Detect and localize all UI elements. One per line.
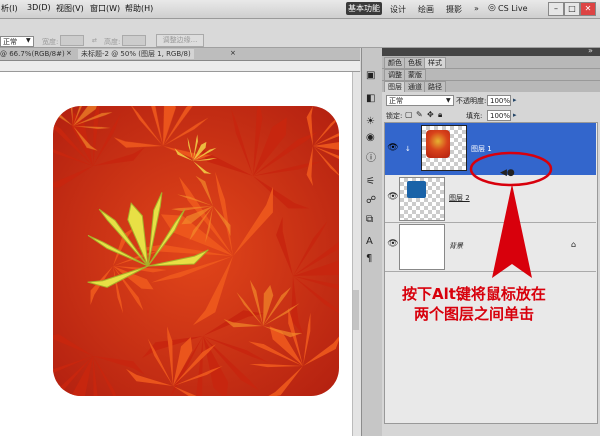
clip-arrow-icon: ↓: [405, 145, 411, 153]
workspace-more[interactable]: »: [474, 4, 479, 13]
eye-icon[interactable]: 👁︎: [387, 143, 399, 153]
workspace-essentials-button[interactable]: 基本功能: [346, 2, 382, 15]
masks-panel-icon[interactable]: ◉: [366, 132, 375, 143]
info-panel-icon[interactable]: ⓘ: [366, 149, 376, 164]
paragraph-panel-icon[interactable]: ¶: [366, 253, 372, 264]
tab-styles[interactable]: 样式: [424, 57, 446, 68]
options-bar: 正常 ▼ 宽度: ⇄ 高度: 调整边缘...: [0, 19, 600, 48]
menu-analysis[interactable]: 析(I): [1, 3, 18, 14]
leaf-image: [53, 106, 339, 396]
tab-color[interactable]: 颜色: [384, 57, 406, 68]
menu-3d[interactable]: 3D(D): [27, 3, 51, 12]
panel-icon-strip: ▣ ◧ ☀ ◉ ⓘ ⚟ ☍ ⧉ A ¶: [361, 48, 383, 436]
cs-live-icon: ◎: [488, 3, 496, 13]
layer-name[interactable]: 背景: [449, 241, 463, 251]
opacity-field[interactable]: 100%: [487, 95, 511, 106]
opacity-label: 不透明度:: [456, 97, 487, 105]
blue-shape-thumbnail: [407, 181, 426, 198]
workspace-photography[interactable]: 摄影: [446, 4, 462, 15]
lock-all-icon[interactable]: 🔒︎: [438, 110, 442, 120]
layer-thumbnail: [399, 224, 445, 270]
fill-field[interactable]: 100%: [487, 110, 511, 121]
scrollbar[interactable]: [352, 72, 361, 436]
color-panel-tabs: 颜色 色板 样式: [382, 56, 600, 69]
lock-icon: ⌂: [571, 240, 577, 249]
document-tab-bar: @ 66.7%(RGB/8#) × 未标题-2 @ 50% (图层 1, RGB…: [0, 48, 360, 61]
lock-label: 锁定:: [386, 112, 403, 120]
menu-bar: 析(I) 3D(D) 视图(V) 窗口(W) 帮助(H) 基本功能 设计 绘画 …: [0, 0, 600, 19]
swap-icon: ⇄: [92, 37, 98, 44]
lock-position-icon[interactable]: ✥: [427, 110, 434, 119]
close-icon[interactable]: ×: [230, 49, 236, 57]
lock-image-icon[interactable]: ✎: [416, 110, 423, 119]
menu-help[interactable]: 帮助(H): [125, 3, 153, 14]
workspace-design[interactable]: 设计: [390, 4, 406, 15]
eye-icon[interactable]: 👁︎: [387, 239, 399, 249]
fill-value: 100%: [490, 112, 511, 120]
color-panel-icon[interactable]: ▣: [366, 70, 375, 81]
ruler: [0, 61, 360, 72]
tab-channels[interactable]: 通道: [404, 81, 426, 92]
history-panel-icon[interactable]: ◧: [366, 93, 375, 104]
collapse-icon[interactable]: »: [588, 46, 593, 55]
annotation-line-2: 两个图层之间单击: [413, 305, 534, 323]
tab-layers[interactable]: 图层: [384, 81, 406, 92]
panel-header-bar: »: [382, 46, 600, 56]
tab-masks[interactable]: 蒙版: [404, 69, 426, 80]
red-arrow: [492, 184, 532, 278]
style-select-value: 正常: [3, 38, 17, 46]
lock-transparent-icon[interactable]: ▢: [405, 110, 413, 119]
height-label: 高度:: [104, 38, 121, 46]
actions-panel-icon[interactable]: ⧉: [366, 214, 373, 225]
scrollbar-thumb[interactable]: [353, 290, 359, 330]
workspace-painting[interactable]: 绘画: [418, 4, 434, 15]
menu-window[interactable]: 窗口(W): [90, 3, 120, 14]
annotation-line-1: 按下Alt键将鼠标放在: [402, 285, 546, 303]
refine-edge-button[interactable]: 调整边缘...: [156, 34, 204, 47]
width-label: 宽度:: [42, 38, 59, 46]
leaf-thumbnail: [426, 130, 450, 158]
cs-live-menu[interactable]: CS Live: [498, 4, 528, 13]
clone-source-icon[interactable]: ☍: [366, 195, 376, 206]
height-field[interactable]: [122, 35, 146, 46]
opacity-slider-arrow-icon[interactable]: ▸: [513, 96, 517, 104]
adjustments-panel-tabs: 调整 蒙版: [382, 69, 600, 81]
tab-swatches[interactable]: 色板: [404, 57, 426, 68]
tab-document-1[interactable]: @ 66.7%(RGB/8#): [0, 49, 65, 59]
tab-document-2[interactable]: 未标题-2 @ 50% (图层 1, RGB/8): [78, 49, 194, 59]
width-field[interactable]: [60, 35, 84, 46]
close-button[interactable]: ✕: [580, 2, 596, 16]
layer-thumbnail: [399, 177, 445, 221]
fill-label: 填充:: [466, 112, 483, 120]
annotation-text: 按下Alt键将鼠标放在 两个图层之间单击: [402, 284, 546, 324]
tab-paths[interactable]: 路径: [424, 81, 446, 92]
fill-slider-arrow-icon[interactable]: ▸: [513, 111, 517, 119]
layer-thumbnail: [421, 125, 467, 171]
chevron-down-icon: ▼: [26, 37, 31, 44]
opacity-value: 100%: [490, 97, 511, 105]
character-panel-icon[interactable]: A: [366, 236, 373, 247]
chevron-down-icon: ▼: [446, 97, 451, 104]
brush-presets-icon[interactable]: ⚟: [366, 176, 375, 187]
blend-mode-select[interactable]: 正常: [386, 95, 454, 106]
close-icon[interactable]: ×: [66, 49, 72, 57]
menu-view[interactable]: 视图(V): [56, 3, 84, 14]
minimize-button[interactable]: –: [548, 2, 564, 16]
eye-icon[interactable]: 👁︎: [387, 192, 399, 202]
layer-name[interactable]: 图层 2: [449, 193, 470, 203]
tab-adjustments[interactable]: 调整: [384, 69, 406, 80]
maximize-button[interactable]: □: [564, 2, 580, 16]
brightness-panel-icon[interactable]: ☀: [366, 116, 375, 127]
blend-mode-value: 正常: [389, 97, 403, 105]
